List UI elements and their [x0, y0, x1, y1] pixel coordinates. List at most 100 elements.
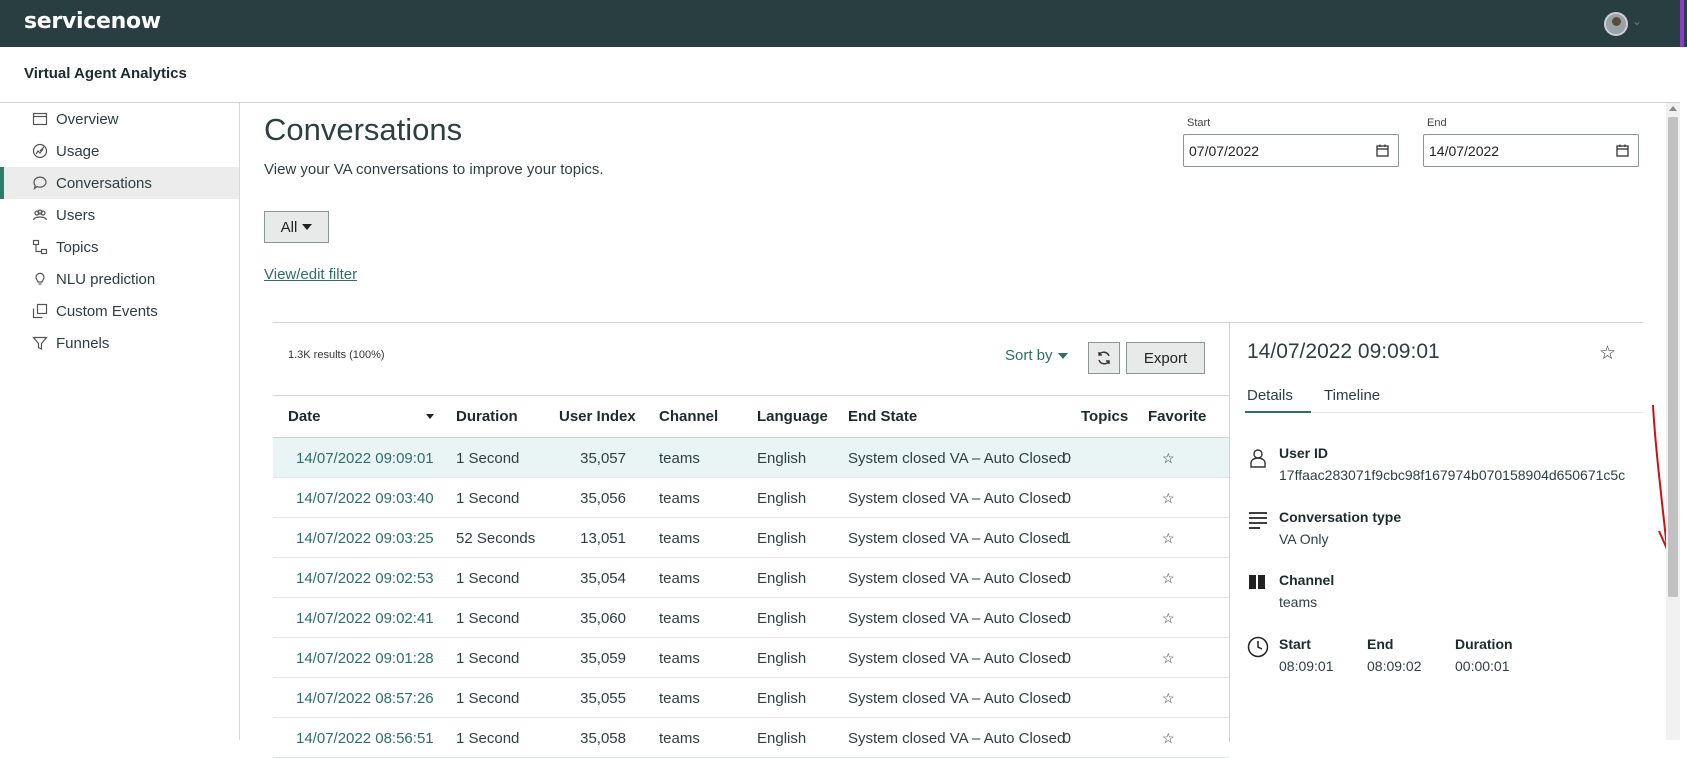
users-icon [32, 207, 48, 223]
results-count: 1.3K results (100%) [288, 349, 385, 361]
cell-date[interactable]: 14/07/2022 09:02:53 [296, 570, 434, 587]
channel-icon [1247, 572, 1269, 594]
refresh-icon [1098, 351, 1110, 365]
sidebar-item-users[interactable]: Users [0, 199, 239, 231]
column-header-channel[interactable]: Channel [659, 408, 718, 425]
cell-user-index: 35,059 [580, 650, 626, 667]
servicenow-logo[interactable]: servicenow [24, 9, 161, 34]
sort-by-label: Sort by [1005, 347, 1053, 364]
start-time-label: Start [1279, 636, 1311, 652]
column-header-topics[interactable]: Topics [1081, 408, 1128, 425]
sidebar-item-overview[interactable]: Overview [0, 103, 239, 135]
filter-dropdown[interactable]: All [264, 211, 329, 243]
sidebar-item-custom-events[interactable]: Custom Events [0, 295, 239, 327]
cell-duration: 1 Second [456, 610, 520, 627]
sort-descending-icon[interactable] [426, 414, 434, 419]
export-button[interactable]: Export [1126, 342, 1205, 374]
cell-favorite-star-icon[interactable]: ☆ [1162, 730, 1175, 747]
cell-date[interactable]: 14/07/2022 09:09:01 [296, 450, 434, 467]
cell-end-state: System closed VA – Auto Closed [848, 450, 1066, 467]
scroll-up-arrow-icon[interactable] [1669, 106, 1677, 111]
cell-user-index: 13,051 [580, 530, 626, 547]
refresh-button[interactable] [1088, 342, 1120, 374]
cell-topics: 0 [1062, 490, 1071, 507]
column-header-user-index[interactable]: User Index [559, 408, 636, 425]
view-edit-filter-link[interactable]: View/edit filter [264, 266, 357, 283]
edge-accent [1680, 0, 1684, 47]
table-row[interactable]: 14/07/2022 09:09:01 1 Second 35,057 teams En… [273, 438, 1229, 478]
duration-label: Duration [1455, 636, 1513, 652]
cell-favorite-star-icon[interactable]: ☆ [1162, 650, 1175, 667]
cell-date[interactable]: 14/07/2022 08:57:26 [296, 690, 434, 707]
cell-duration: 1 Second [456, 450, 520, 467]
sort-by-dropdown[interactable]: Sort by [1005, 347, 1068, 364]
table-header: Date Duration User Index Channel Languag… [273, 395, 1229, 438]
cell-date[interactable]: 14/07/2022 09:03:40 [296, 490, 434, 507]
usage-icon [32, 143, 48, 159]
table-row[interactable]: 14/07/2022 09:02:53 1 Second 35,054 teams En… [273, 558, 1229, 598]
cell-favorite-star-icon[interactable]: ☆ [1162, 610, 1175, 627]
table-row[interactable]: 14/07/2022 09:03:25 52 Seconds 13,051 teams… [273, 518, 1229, 558]
cell-date[interactable]: 14/07/2022 09:02:41 [296, 610, 434, 627]
page-scrollbar[interactable] [1666, 103, 1680, 740]
cell-channel: teams [659, 490, 700, 507]
cell-favorite-star-icon[interactable]: ☆ [1162, 690, 1175, 707]
cell-topics: 1 [1062, 530, 1071, 547]
sidebar-item-nlu-prediction[interactable]: NLU prediction [0, 263, 239, 295]
cell-date[interactable]: 14/07/2022 08:56:51 [296, 730, 434, 747]
cell-channel: teams [659, 570, 700, 587]
page-subtitle: View your VA conversations to improve yo… [264, 161, 604, 178]
sidebar-item-label: Custom Events [56, 302, 158, 320]
column-header-language[interactable]: Language [757, 408, 828, 425]
topics-icon [32, 239, 48, 255]
channel-label: Channel [1279, 572, 1335, 588]
table-row[interactable]: 14/07/2022 09:02:41 1 Second 35,060 teams En… [273, 598, 1229, 638]
cell-favorite-star-icon[interactable]: ☆ [1162, 490, 1175, 507]
sidebar-item-funnels[interactable]: Funnels [0, 327, 239, 359]
cell-channel: teams [659, 650, 700, 667]
user-avatar[interactable] [1604, 12, 1628, 36]
calendar-icon[interactable] [1616, 144, 1629, 157]
favorite-star-icon[interactable]: ☆ [1599, 342, 1616, 365]
chat-icon [32, 175, 48, 191]
cell-date[interactable]: 14/07/2022 09:03:25 [296, 530, 434, 547]
start-date-value: 07/07/2022 [1189, 143, 1260, 159]
table-row[interactable]: 14/07/2022 08:56:51 1 Second 35,058 teams En… [273, 718, 1229, 758]
start-date-input[interactable]: 07/07/2022 [1183, 134, 1399, 167]
cell-language: English [757, 610, 807, 627]
cell-end-state: System closed VA – Auto Closed [848, 610, 1066, 627]
cell-favorite-star-icon[interactable]: ☆ [1162, 450, 1175, 467]
table-row[interactable]: 14/07/2022 09:03:40 1 Second 35,056 teams En… [273, 478, 1229, 518]
column-header-favorite[interactable]: Favorite [1148, 408, 1206, 425]
sidebar-item-conversations[interactable]: Conversations [0, 167, 239, 199]
table-row[interactable]: 14/07/2022 08:57:26 1 Second 35,055 teams En… [273, 678, 1229, 718]
tab-timeline[interactable]: Timeline [1324, 387, 1380, 404]
cell-date[interactable]: 14/07/2022 09:01:28 [296, 650, 434, 667]
cell-favorite-star-icon[interactable]: ☆ [1162, 570, 1175, 587]
cell-user-index: 35,057 [580, 450, 626, 467]
table-row[interactable]: 14/07/2022 09:01:28 1 Second 35,059 teams En… [273, 638, 1229, 678]
panel-divider [273, 322, 1643, 323]
start-time-value: 08:09:01 [1279, 658, 1334, 674]
sidebar-item-topics[interactable]: Topics [0, 231, 239, 263]
end-date-input[interactable]: 14/07/2022 [1423, 134, 1639, 167]
calendar-icon[interactable] [1376, 144, 1389, 157]
chevron-down-icon[interactable]: ⌄ [1632, 14, 1642, 28]
sidebar-item-label: Overview [56, 110, 119, 128]
column-header-date[interactable]: Date [288, 408, 321, 425]
scroll-thumb[interactable] [1668, 117, 1678, 597]
conversation-type-value: VA Only [1279, 531, 1329, 547]
cell-duration: 1 Second [456, 650, 520, 667]
column-header-duration[interactable]: Duration [456, 408, 518, 425]
funnel-icon [32, 335, 48, 351]
cell-topics: 0 [1062, 450, 1071, 467]
sidebar-item-usage[interactable]: Usage [0, 135, 239, 167]
overview-icon [32, 111, 48, 127]
cell-favorite-star-icon[interactable]: ☆ [1162, 530, 1175, 547]
duration-value: 00:00:01 [1455, 658, 1510, 674]
page-title: Conversations [264, 112, 463, 147]
filter-label: All [280, 218, 298, 236]
tab-details[interactable]: Details [1247, 387, 1293, 404]
column-header-end-state[interactable]: End State [848, 408, 917, 425]
cell-channel: teams [659, 730, 700, 747]
